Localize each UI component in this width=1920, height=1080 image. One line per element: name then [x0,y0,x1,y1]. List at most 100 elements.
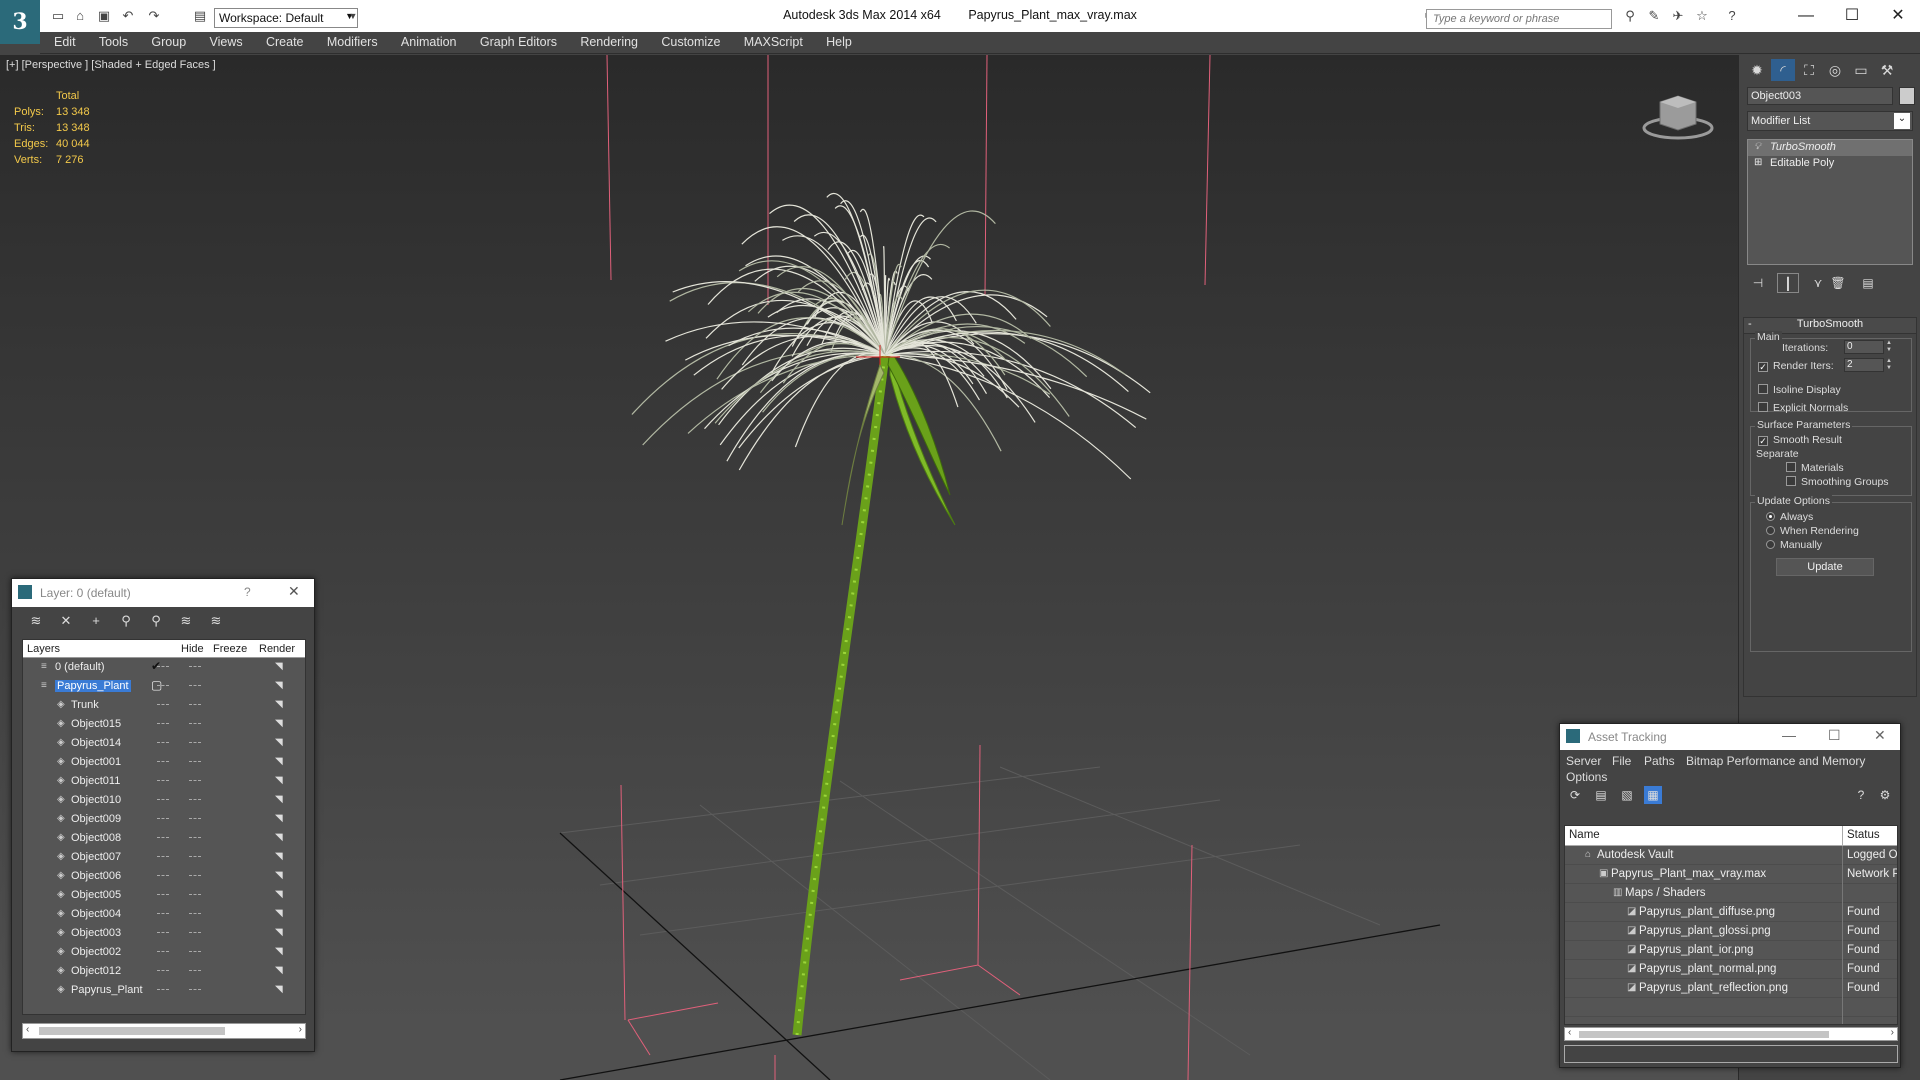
freeze-toggle[interactable] [189,837,201,839]
hide-toggle[interactable] [157,723,169,725]
redo-icon[interactable]: ↷ [146,9,162,23]
column-status[interactable]: Status [1847,829,1880,841]
freeze-toggle[interactable] [189,666,201,668]
freeze-toggle[interactable] [189,875,201,877]
render-teapot-icon[interactable]: ◥ [275,775,283,786]
scroll-left-icon[interactable]: ‹ [26,1024,29,1035]
menu-animation[interactable]: Animation [391,32,467,49]
refresh-icon[interactable]: ⟳ [1566,786,1584,804]
hide-toggle[interactable] [157,970,169,972]
asset-row[interactable]: ◪ Papyrus_plant_reflection.png Found [1565,979,1897,998]
subscription-icon[interactable]: ✎ [1646,9,1662,23]
layer-row[interactable]: ◈ Object012 ◥ [23,962,305,981]
render-teapot-icon[interactable]: ◥ [275,965,283,976]
menu-bitmap-performance[interactable]: Bitmap Performance and Memory [1686,754,1865,768]
scrollbar-thumb[interactable] [1579,1031,1829,1038]
delete-layer-icon[interactable]: ✕ [56,613,76,631]
iterations-spinner[interactable]: 0 [1844,340,1884,354]
column-render[interactable]: Render [259,643,295,655]
when-rendering-radio[interactable]: When Rendering [1766,525,1859,537]
select-in-layer-icon[interactable]: ⚲ [116,613,136,631]
freeze-toggle[interactable] [189,932,201,934]
list-view-icon[interactable]: ▤ [1592,786,1610,804]
render-teapot-icon[interactable]: ◥ [275,813,283,824]
utilities-tab-icon[interactable]: ⚒ [1875,59,1899,81]
asset-status-field[interactable] [1564,1045,1898,1063]
hide-toggle[interactable] [157,932,169,934]
column-hide[interactable]: Hide [181,643,204,655]
freeze-toggle[interactable] [189,742,201,744]
maximize-icon[interactable]: ☐ [1828,727,1841,744]
asset-row[interactable]: ◪ Papyrus_plant_glossi.png Found [1565,922,1897,941]
asset-row[interactable]: ▥ Maps / Shaders [1565,884,1897,903]
render-teapot-icon[interactable]: ◥ [275,756,283,767]
menu-group[interactable]: Group [141,32,196,49]
smoothing-groups-checkbox[interactable]: Smoothing Groups [1786,476,1889,488]
layer-row[interactable]: ◈ Object004 ◥ [23,905,305,924]
menu-help[interactable]: Help [816,32,862,49]
binoculars-icon[interactable]: ⚲ [1622,9,1638,23]
object-name-field[interactable]: Object003 [1747,87,1893,105]
hide-toggle[interactable] [157,704,169,706]
lightbulb-icon[interactable]: 💡︎ [1754,141,1761,152]
layer-row[interactable]: ◈ Object006 ◥ [23,867,305,886]
layer-row[interactable]: ◈ Object007 ◥ [23,848,305,867]
highlight-layer-icon[interactable]: ⚲ [146,613,166,631]
hide-toggle[interactable] [157,780,169,782]
freeze-toggle[interactable] [189,761,201,763]
layer-row[interactable]: ◈ Papyrus_Plant ◥ [23,981,305,1000]
hide-toggle[interactable] [157,799,169,801]
close-icon[interactable]: ✕ [288,583,300,600]
layer-manager-icon[interactable]: ≋ [26,613,46,631]
maximize-icon[interactable]: ☐ [1830,4,1874,28]
layer-row[interactable]: ≡ 0 (default) ✔ ◥ [23,658,305,677]
layer-window-titlebar[interactable]: Layer: 0 (default) ? ✕ [12,579,314,607]
save-file-icon[interactable]: ▣ [96,9,112,23]
manually-radio[interactable]: Manually [1766,539,1822,551]
render-teapot-icon[interactable]: ◥ [275,699,283,710]
freeze-toggle[interactable] [189,894,201,896]
make-unique-icon[interactable]: ⋎ [1807,273,1829,293]
explicit-normals-checkbox[interactable]: Explicit Normals [1758,402,1848,414]
open-file-icon[interactable]: ⌂ [72,9,88,23]
layer-row[interactable]: ◈ Object009 ◥ [23,810,305,829]
help-icon[interactable]: ? [244,585,251,599]
app-logo-button[interactable]: 3 [0,0,40,44]
horizontal-scrollbar[interactable]: ‹ › [22,1023,306,1039]
scroll-left-icon[interactable]: ‹ [1568,1027,1571,1038]
settings-icon[interactable]: ⚙ [1876,786,1894,804]
object-color-swatch[interactable] [1899,87,1915,105]
menu-file[interactable]: File [1612,754,1631,768]
render-teapot-icon[interactable]: ◥ [275,832,283,843]
render-teapot-icon[interactable]: ◥ [275,889,283,900]
quick-access-dropdown-icon[interactable]: ▼ [345,9,361,23]
freeze-toggle[interactable] [189,913,201,915]
layer-row[interactable]: ≡ Papyrus_Plant ▢ ◥ [23,677,305,696]
pin-stack-icon[interactable]: ⊣ [1747,273,1769,293]
column-layers[interactable]: Layers [27,643,60,655]
freeze-toggle[interactable] [189,723,201,725]
update-button[interactable]: Update [1776,558,1874,576]
viewcube-icon[interactable] [1642,92,1714,142]
layer-row[interactable]: ◈ Object003 ◥ [23,924,305,943]
hide-toggle[interactable] [157,989,169,991]
spinner-arrows-icon[interactable]: ▲ ▼ [1886,358,1894,372]
menu-customize[interactable]: Customize [651,32,730,49]
freeze-all-layers-icon[interactable]: ≋ [206,613,226,631]
render-teapot-icon[interactable]: ◥ [275,661,283,672]
materials-checkbox[interactable]: Materials [1786,462,1844,474]
menu-views[interactable]: Views [200,32,253,49]
hide-toggle[interactable] [157,818,169,820]
close-icon[interactable]: ✕ [1874,727,1886,744]
column-name[interactable]: Name [1569,829,1600,841]
expand-plus-icon[interactable]: ⊞ [1754,157,1762,168]
close-icon[interactable]: ✕ [1876,4,1920,28]
motion-tab-icon[interactable]: ◎ [1823,59,1847,81]
menu-rendering[interactable]: Rendering [570,32,648,49]
help-icon[interactable]: ? [1852,786,1870,804]
hide-toggle[interactable] [157,685,169,687]
communication-center-icon[interactable]: ✈ [1670,9,1686,23]
menu-create[interactable]: Create [256,32,314,49]
render-teapot-icon[interactable]: ◥ [275,680,283,691]
hide-toggle[interactable] [157,894,169,896]
